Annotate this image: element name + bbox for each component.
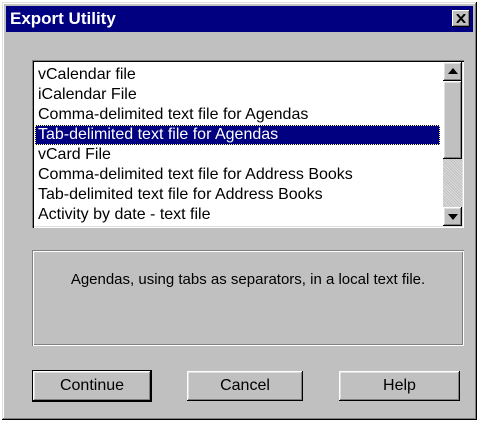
- export-format-list: vCalendar file iCalendar File Comma-delimi…: [35, 65, 440, 226]
- list-item[interactable]: Tab-delimited text file for Address Book…: [35, 185, 440, 205]
- export-utility-dialog: Export Utility vCalendar file iCalendar F…: [2, 2, 477, 420]
- scroll-down-button[interactable]: [443, 207, 462, 226]
- list-item[interactable]: Comma-delimited text file for Agendas: [35, 105, 440, 125]
- list-item[interactable]: Comma-delimited text file for Address Bo…: [35, 165, 440, 185]
- export-format-listbox[interactable]: vCalendar file iCalendar File Comma-delimi…: [32, 60, 464, 228]
- cancel-button[interactable]: Cancel: [187, 371, 303, 401]
- list-item[interactable]: Tab-delimited text file for Agendas: [35, 125, 440, 145]
- arrow-up-icon: [448, 68, 458, 74]
- scrollbar-thumb[interactable]: [443, 81, 462, 159]
- close-button[interactable]: [452, 10, 470, 27]
- window-title: Export Utility: [10, 9, 116, 28]
- vertical-scrollbar[interactable]: [443, 62, 462, 226]
- continue-button[interactable]: Continue: [33, 371, 151, 401]
- title-bar[interactable]: Export Utility: [6, 6, 473, 32]
- arrow-down-icon: [448, 214, 458, 220]
- scroll-up-button[interactable]: [443, 62, 462, 81]
- description-panel: Agendas, using tabs as separators, in a …: [32, 250, 464, 346]
- list-item[interactable]: iCalendar File: [35, 85, 440, 105]
- list-item[interactable]: vCalendar file: [35, 65, 440, 85]
- help-button[interactable]: Help: [339, 371, 460, 401]
- list-item[interactable]: vCard File: [35, 145, 440, 165]
- list-item[interactable]: Activity by date - text file: [35, 205, 440, 225]
- close-x-icon: [456, 14, 466, 23]
- description-text: Agendas, using tabs as separators, in a …: [70, 271, 426, 288]
